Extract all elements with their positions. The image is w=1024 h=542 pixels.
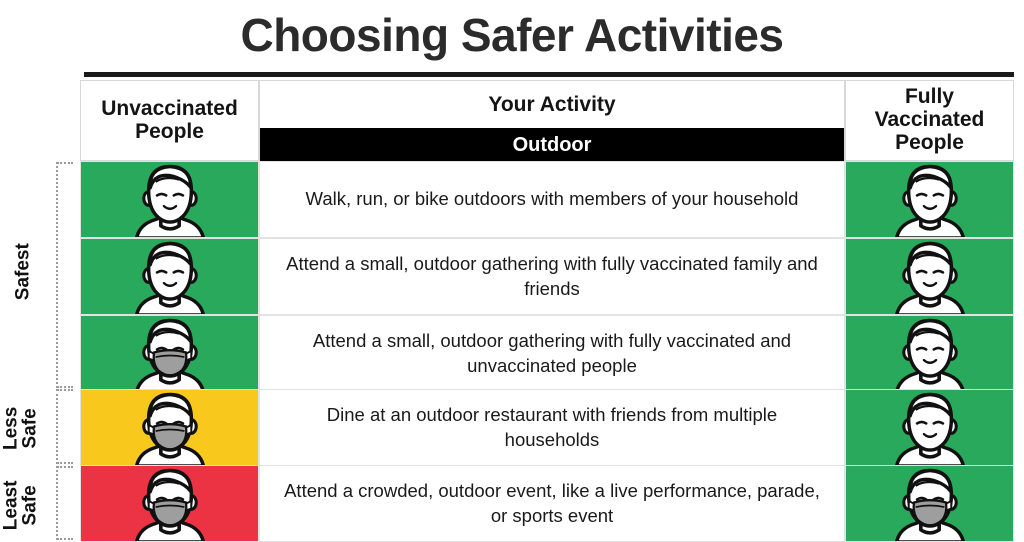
risk-cell-unvaccinated <box>80 315 259 392</box>
bracket-least-safe <box>56 466 73 540</box>
table-row: Attend a small, outdoor gathering with f… <box>80 238 1014 315</box>
severity-label-least-safe: Least Safe <box>0 480 41 531</box>
table-row: Attend a small, outdoor gathering with f… <box>80 315 1014 392</box>
person-face-masked-icon <box>894 468 965 541</box>
activity-description: Attend a small, outdoor gathering with f… <box>259 315 845 392</box>
risk-cell-unvaccinated <box>80 161 259 238</box>
risk-cell-unvaccinated <box>80 465 259 542</box>
risk-cell-fully-vaccinated <box>845 315 1014 392</box>
severity-label-safest: Safest <box>12 243 34 301</box>
person-face-masked-icon <box>134 392 205 465</box>
activity-description: Attend a crowded, outdoor event, like a … <box>259 465 845 542</box>
person-face-masked-icon <box>134 468 205 541</box>
column-header-activity-label: Your Activity <box>488 93 616 116</box>
bracket-safest <box>56 162 73 388</box>
table-row: Walk, run, or bike outdoors with members… <box>80 161 1014 238</box>
person-face-icon <box>894 164 965 237</box>
activity-description: Dine at an outdoor restaurant with frien… <box>259 389 845 466</box>
risk-cell-fully-vaccinated <box>845 389 1014 466</box>
person-face-icon <box>894 392 965 465</box>
person-face-icon <box>134 241 205 314</box>
person-face-icon <box>894 318 965 391</box>
risk-cell-fully-vaccinated <box>845 238 1014 315</box>
activities-table: Unvaccinated People Your Activity Outdoo… <box>80 80 1014 542</box>
table-row: Attend a crowded, outdoor event, like a … <box>80 465 1014 542</box>
column-header-unvaccinated: Unvaccinated People <box>80 80 259 161</box>
table-row: Dine at an outdoor restaurant with frien… <box>80 389 1014 466</box>
risk-cell-unvaccinated <box>80 238 259 315</box>
risk-cell-fully-vaccinated <box>845 161 1014 238</box>
bracket-less-safe <box>56 389 73 464</box>
risk-cell-unvaccinated <box>80 389 259 466</box>
person-face-icon <box>134 164 205 237</box>
person-face-masked-icon <box>134 318 205 391</box>
safer-activities-infographic: Choosing Safer Activities Safest Less Sa… <box>0 0 1024 542</box>
setting-banner-outdoor: Outdoor <box>260 128 844 162</box>
activity-description: Attend a small, outdoor gathering with f… <box>259 238 845 315</box>
title-divider-rule <box>84 72 1014 77</box>
activity-description: Walk, run, or bike outdoors with members… <box>259 161 845 238</box>
person-face-icon <box>894 241 965 314</box>
page-title: Choosing Safer Activities <box>240 9 784 61</box>
risk-cell-fully-vaccinated <box>845 465 1014 542</box>
column-header-activity: Your Activity Outdoor <box>259 80 845 162</box>
column-header-fully-vaccinated: Fully Vaccinated People <box>845 80 1014 161</box>
